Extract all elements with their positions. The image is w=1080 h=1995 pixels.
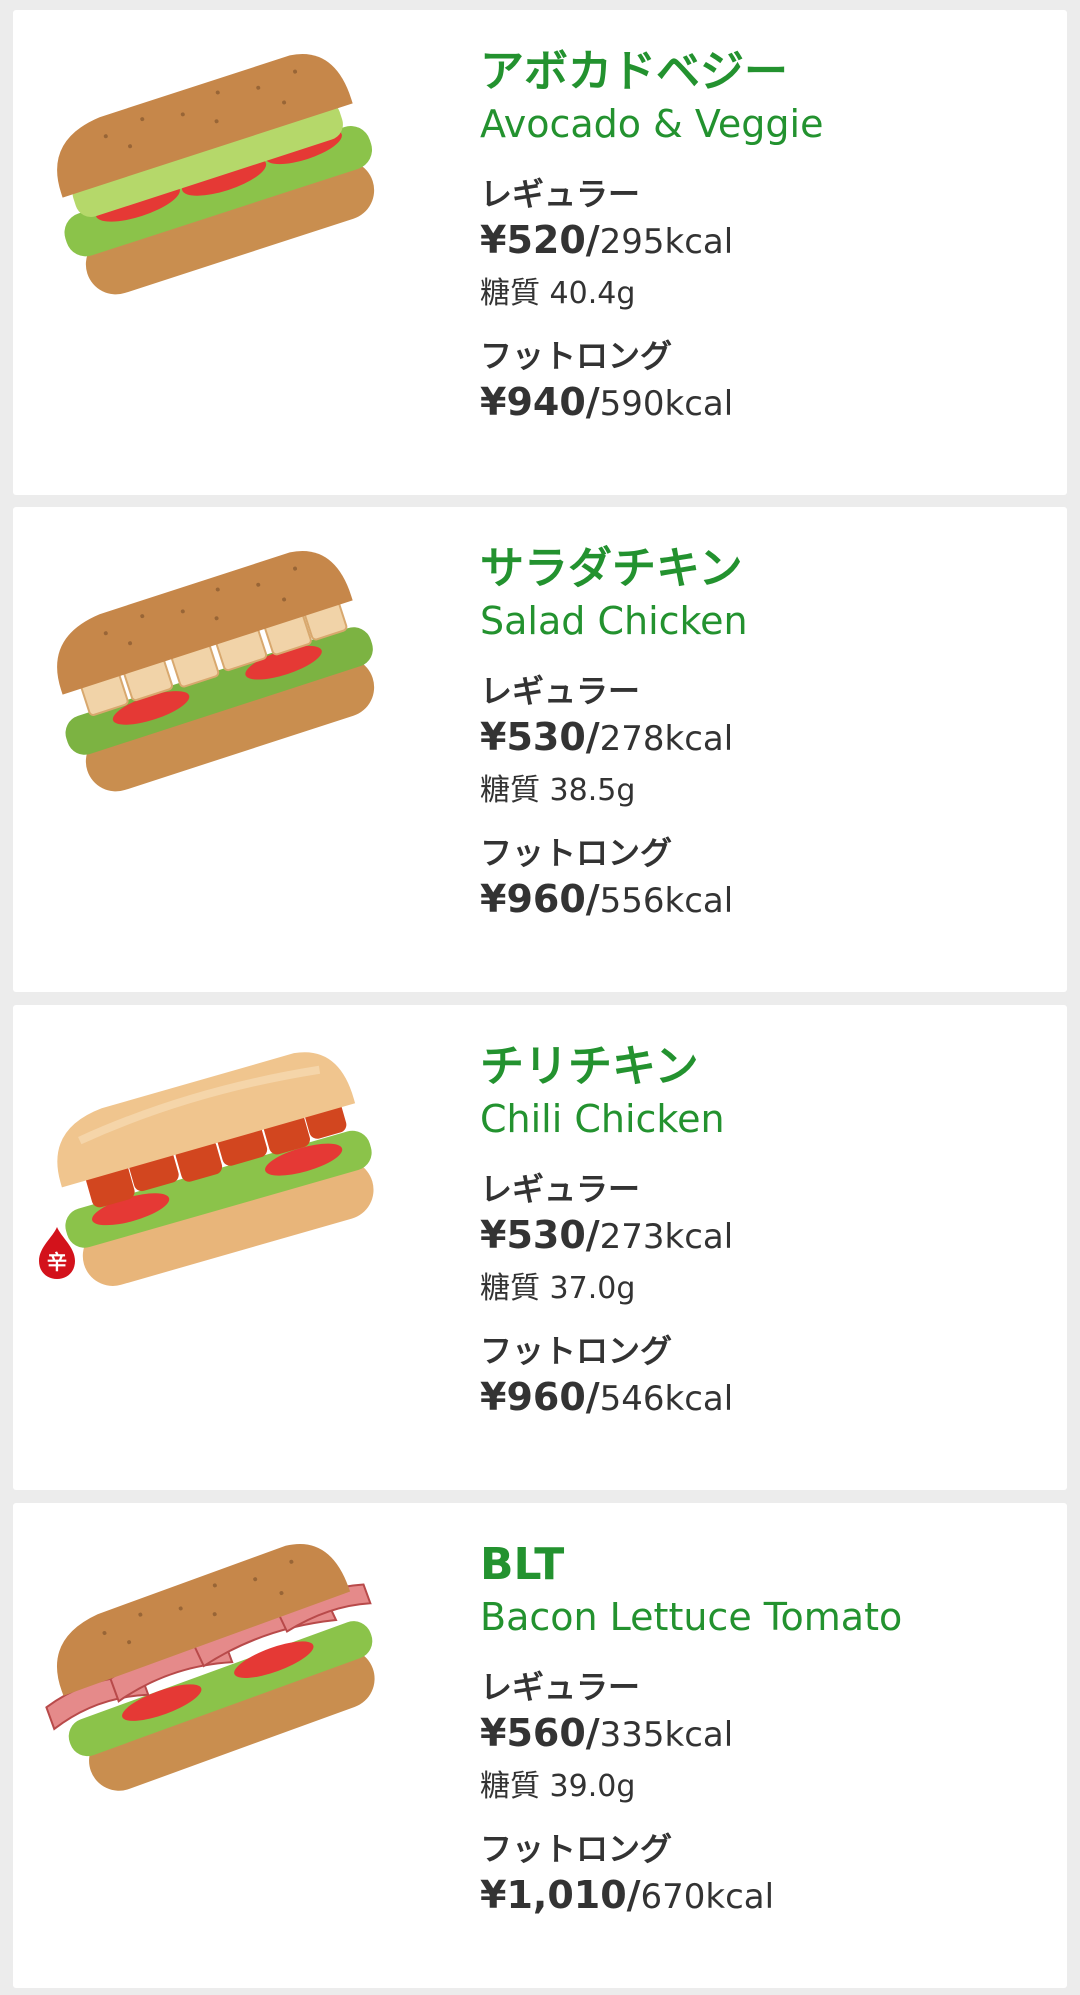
product-name-ja: BLT <box>480 1539 565 1590</box>
regular-kcal: 273kcal <box>599 1217 734 1257</box>
footlong-kcal: 546kcal <box>599 1379 734 1419</box>
footlong-label: フットロング <box>480 337 673 375</box>
regular-kcal: 295kcal <box>599 222 734 262</box>
regular-label: レギュラー <box>480 1668 641 1706</box>
product-info: サラダチキン Salad Chicken レギュラー ¥530/278kcal … <box>480 539 1050 931</box>
product-name-en: Avocado & Veggie <box>480 102 824 146</box>
footlong-label: フットロング <box>480 834 673 872</box>
spicy-badge-icon: 辛 <box>39 1227 75 1279</box>
regular-price-line: ¥560/335kcal <box>480 1709 1050 1765</box>
footlong-kcal: 556kcal <box>599 881 734 921</box>
sugar-content: 糖質 39.0g <box>480 1769 636 1804</box>
product-name-en: Chili Chicken <box>480 1097 725 1141</box>
product-name-en: Salad Chicken <box>480 599 748 643</box>
footlong-price-line: ¥1,010/670kcal <box>480 1871 1050 1927</box>
footlong-price-line: ¥960/556kcal <box>480 875 1050 931</box>
blt-sandwich-image <box>33 1543 393 1793</box>
regular-price-line: ¥520/295kcal <box>480 216 1050 272</box>
footlong-label: フットロング <box>480 1830 673 1868</box>
product-card-blt[interactable]: BLT Bacon Lettuce Tomato レギュラー ¥560/335k… <box>13 1503 1067 1988</box>
footlong-price: ¥1,010/ <box>480 1873 641 1917</box>
product-name-ja: アボカドベジー <box>480 46 788 97</box>
product-name-ja: サラダチキン <box>480 543 743 594</box>
product-name-ja: チリチキン <box>480 1041 699 1092</box>
footlong-price-line: ¥960/546kcal <box>480 1373 1050 1429</box>
product-card-salad-chicken[interactable]: サラダチキン Salad Chicken レギュラー ¥530/278kcal … <box>13 507 1067 992</box>
spicy-badge-label: 辛 <box>47 1250 67 1274</box>
footlong-label: フットロング <box>480 1332 673 1370</box>
product-card-avocado-veggie[interactable]: アボカドベジー Avocado & Veggie レギュラー ¥520/295k… <box>13 10 1067 495</box>
footlong-kcal: 590kcal <box>599 384 734 424</box>
regular-price: ¥530/ <box>480 715 600 759</box>
regular-kcal: 278kcal <box>599 719 734 759</box>
footlong-price: ¥960/ <box>480 877 600 921</box>
sugar-content: 糖質 40.4g <box>480 276 636 311</box>
product-name-en: Bacon Lettuce Tomato <box>480 1595 903 1639</box>
product-info: BLT Bacon Lettuce Tomato レギュラー ¥560/335k… <box>480 1535 1050 1927</box>
footlong-price-line: ¥940/590kcal <box>480 378 1050 434</box>
regular-price: ¥560/ <box>480 1711 600 1755</box>
salad-chicken-sandwich-image <box>33 547 393 797</box>
regular-price-line: ¥530/278kcal <box>480 713 1050 769</box>
footlong-kcal: 670kcal <box>640 1877 775 1917</box>
avocado-veggie-sandwich-image <box>33 50 393 300</box>
regular-label: レギュラー <box>480 175 641 213</box>
sugar-content: 糖質 38.5g <box>480 773 636 808</box>
regular-label: レギュラー <box>480 1170 641 1208</box>
chili-chicken-sandwich-image <box>33 1045 393 1295</box>
product-info: チリチキン Chili Chicken レギュラー ¥530/273kcal 糖… <box>480 1037 1050 1429</box>
sugar-content: 糖質 37.0g <box>480 1271 636 1306</box>
regular-label: レギュラー <box>480 672 641 710</box>
product-info: アボカドベジー Avocado & Veggie レギュラー ¥520/295k… <box>480 42 1050 434</box>
regular-kcal: 335kcal <box>599 1715 734 1755</box>
regular-price: ¥520/ <box>480 218 600 262</box>
product-card-chili-chicken[interactable]: 辛 チリチキン Chili Chicken レギュラー ¥530/273kcal… <box>13 1005 1067 1490</box>
footlong-price: ¥960/ <box>480 1375 600 1419</box>
regular-price-line: ¥530/273kcal <box>480 1211 1050 1267</box>
footlong-price: ¥940/ <box>480 380 600 424</box>
regular-price: ¥530/ <box>480 1213 600 1257</box>
